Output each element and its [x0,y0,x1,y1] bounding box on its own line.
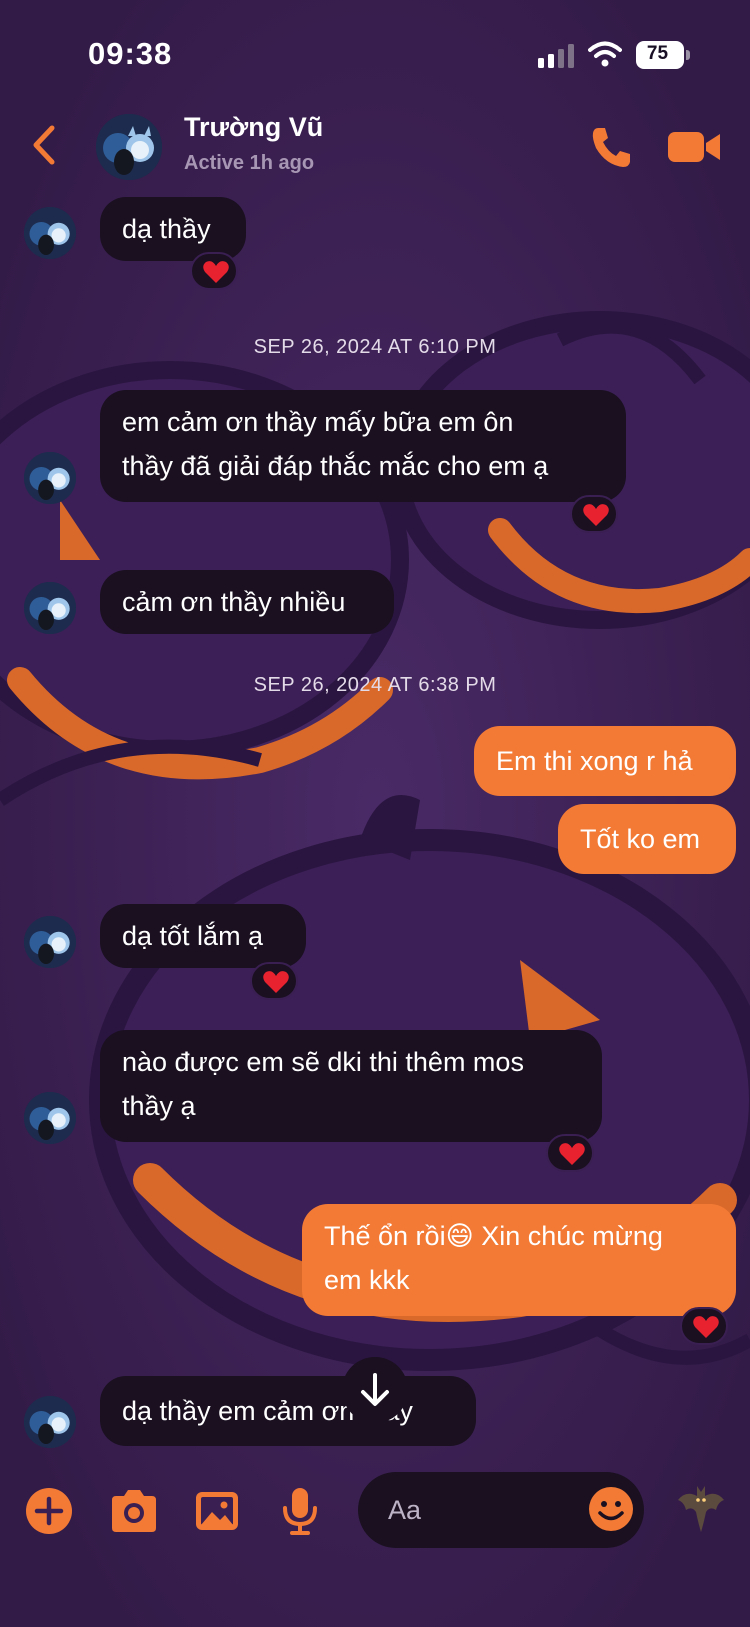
message-bubble-incoming[interactable]: dạ tốt lắm ạ [100,904,306,968]
message-composer [0,1460,750,1570]
image-icon[interactable] [194,1486,240,1536]
contact-active-status: Active 1h ago [184,152,315,174]
contact-avatar-small[interactable] [24,452,76,504]
message-text-line: nào được em sẽ dki thi thêm mos [122,1047,524,1077]
status-bar: 09:38 75 [0,0,750,100]
battery-level: 75 [646,43,669,64]
message-text-line: em kkk [324,1265,410,1295]
smiley-icon[interactable] [588,1486,634,1532]
message-text: dạ thầy [122,214,211,244]
contact-avatar[interactable] [96,114,162,180]
cellular-signal-icon [538,44,574,68]
phone-icon[interactable] [588,124,632,170]
message-bubble-incoming[interactable]: dạ thầy em cảm ơn thầy [100,1376,476,1446]
camera-icon[interactable] [108,1486,160,1536]
message-text-line: em cảm ơn thầy mấy bữa em ôn [122,407,514,437]
arrow-down-icon [361,1373,389,1406]
status-time: 09:38 [88,36,173,71]
reaction-badge[interactable] [680,1307,728,1345]
message-text-line: thầy đã giải đáp thắc mắc cho em ạ [122,451,549,481]
contact-avatar-small[interactable] [24,1396,76,1448]
battery-indicator: 75 [636,41,684,69]
contact-avatar-small[interactable] [24,207,76,259]
message-text-line: Thế ổn rồi😄 Xin chúc mừng [324,1221,663,1251]
timestamp-divider: SEP 26, 2024 AT 6:38 PM [253,674,497,696]
contact-name[interactable]: Trường Vũ [184,112,323,143]
scroll-to-bottom-button[interactable] [342,1357,408,1423]
heart-icon [263,971,289,993]
message-bubble-incoming[interactable]: dạ thầy [100,197,246,261]
contact-avatar-small[interactable] [24,916,76,968]
message-bubble-incoming[interactable]: nào được em sẽ dki thi thêm mos thầy ạ [100,1030,602,1142]
heart-icon [583,504,609,526]
conversation-header: Trường Vũ Active 1h ago [0,100,750,200]
wifi-icon [588,41,622,67]
heart-icon [203,261,229,283]
microphone-icon[interactable] [280,1486,320,1536]
message-text: Em thi xong r hả [496,746,693,776]
message-text: cảm ơn thầy nhiều [122,587,346,617]
heart-icon [693,1316,719,1338]
reaction-badge[interactable] [546,1134,594,1172]
plus-circle-icon[interactable] [24,1486,74,1536]
message-bubble-incoming[interactable]: em cảm ơn thầy mấy bữa em ôn thầy đã giả… [100,390,626,502]
reaction-badge[interactable] [570,495,618,533]
chevron-left-icon[interactable] [28,122,64,168]
timestamp-divider: SEP 26, 2024 AT 6:10 PM [253,336,497,358]
heart-icon [559,1143,585,1165]
reaction-badge[interactable] [250,962,298,1000]
message-bubble-incoming[interactable]: cảm ơn thầy nhiều [100,570,394,634]
bat-icon[interactable] [676,1482,726,1536]
contact-avatar-small[interactable] [24,582,76,634]
video-camera-icon[interactable] [668,128,720,166]
message-bubble-outgoing[interactable]: Thế ổn rồi😄 Xin chúc mừng em kkk [302,1204,736,1316]
message-bubble-outgoing[interactable]: Em thi xong r hả [474,726,736,796]
message-text-line: thầy ạ [122,1091,196,1121]
message-text: Tốt ko em [580,824,701,854]
message-bubble-outgoing[interactable]: Tốt ko em [558,804,736,874]
reaction-badge[interactable] [190,252,238,290]
message-text: dạ tốt lắm ạ [122,921,264,951]
contact-avatar-small[interactable] [24,1092,76,1144]
battery-nub [686,50,690,60]
